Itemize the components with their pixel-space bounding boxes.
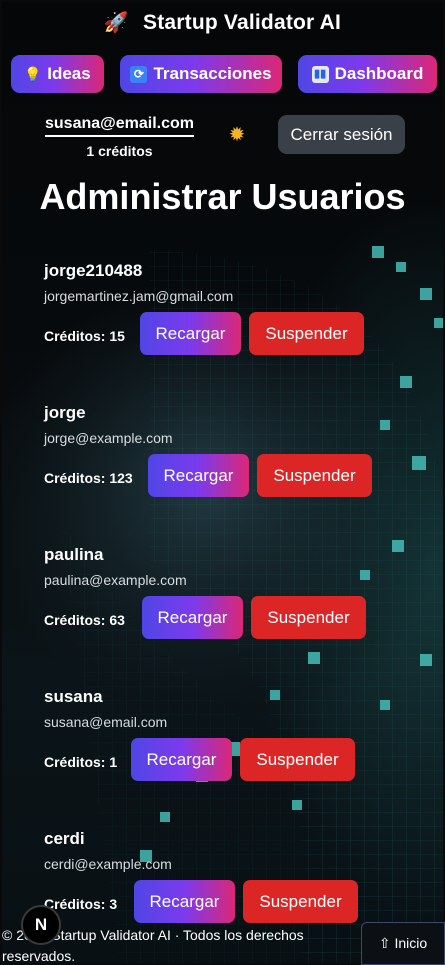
refresh-icon: ⟳ [130,65,148,83]
suspend-button[interactable]: Suspender [251,596,366,639]
nav-dashboard-button[interactable]: ▮▮ Dashboard [298,55,437,93]
app-title: Startup Validator AI [143,11,342,34]
user-email: jorgemartinez.jam@gmail.com [44,288,234,304]
user-email: paulina@example.com [44,572,187,588]
lightbulb-icon: 💡 [24,65,42,82]
recharge-button[interactable]: Recargar [131,738,232,781]
nav-transacciones-button[interactable]: ⟳ Transacciones [120,55,282,93]
suspend-button[interactable]: Suspender [240,738,355,781]
user-credits: Créditos: 3 [44,896,118,912]
nav-dashboard-label: Dashboard [334,64,424,83]
account-email[interactable]: susana@email.com [45,115,194,137]
nav-ideas-button[interactable]: 💡 Ideas [11,55,104,93]
user-name: susana [44,687,103,706]
nav-transacciones-label: Transacciones [153,64,272,83]
recharge-button[interactable]: Recargar [140,312,241,355]
suspend-button[interactable]: Suspender [243,880,358,923]
user-credits: Créditos: 63 [44,612,125,628]
recharge-button[interactable]: Recargar [142,596,243,639]
bar-chart-icon: ▮▮ [311,65,329,83]
main-nav: 💡 Ideas ⟳ Transacciones ▮▮ Dashboard [11,55,437,93]
brand[interactable]: 🚀 Startup Validator AI [0,10,445,35]
user-name: paulina [44,545,104,564]
recharge-button[interactable]: Recargar [148,454,249,497]
account-info: susana@email.com 1 créditos [42,115,197,159]
home-button[interactable]: ⇧ Inicio [361,922,445,965]
suspend-button[interactable]: Suspender [249,312,364,355]
suspend-button[interactable]: Suspender [257,454,372,497]
page-title: Administrar Usuarios [39,176,406,217]
sun-icon[interactable]: ✹ [226,124,248,146]
user-name: cerdi [44,829,85,848]
user-credits: Créditos: 15 [44,328,125,344]
user-name: jorge [44,403,86,422]
nav-ideas-label: Ideas [47,64,91,83]
user-credits: Créditos: 123 [44,470,133,486]
framework-badge[interactable]: N [21,905,61,945]
logout-button[interactable]: Cerrar sesión [278,115,405,154]
recharge-button[interactable]: Recargar [134,880,235,923]
user-credits: Créditos: 1 [44,754,118,770]
user-name: jorge210488 [44,261,143,280]
user-email: jorge@example.com [44,430,173,446]
rocket-icon: 🚀 [103,12,129,34]
user-email: cerdi@example.com [44,856,172,872]
account-credits: 1 créditos [86,143,153,159]
user-email: susana@email.com [44,714,168,730]
